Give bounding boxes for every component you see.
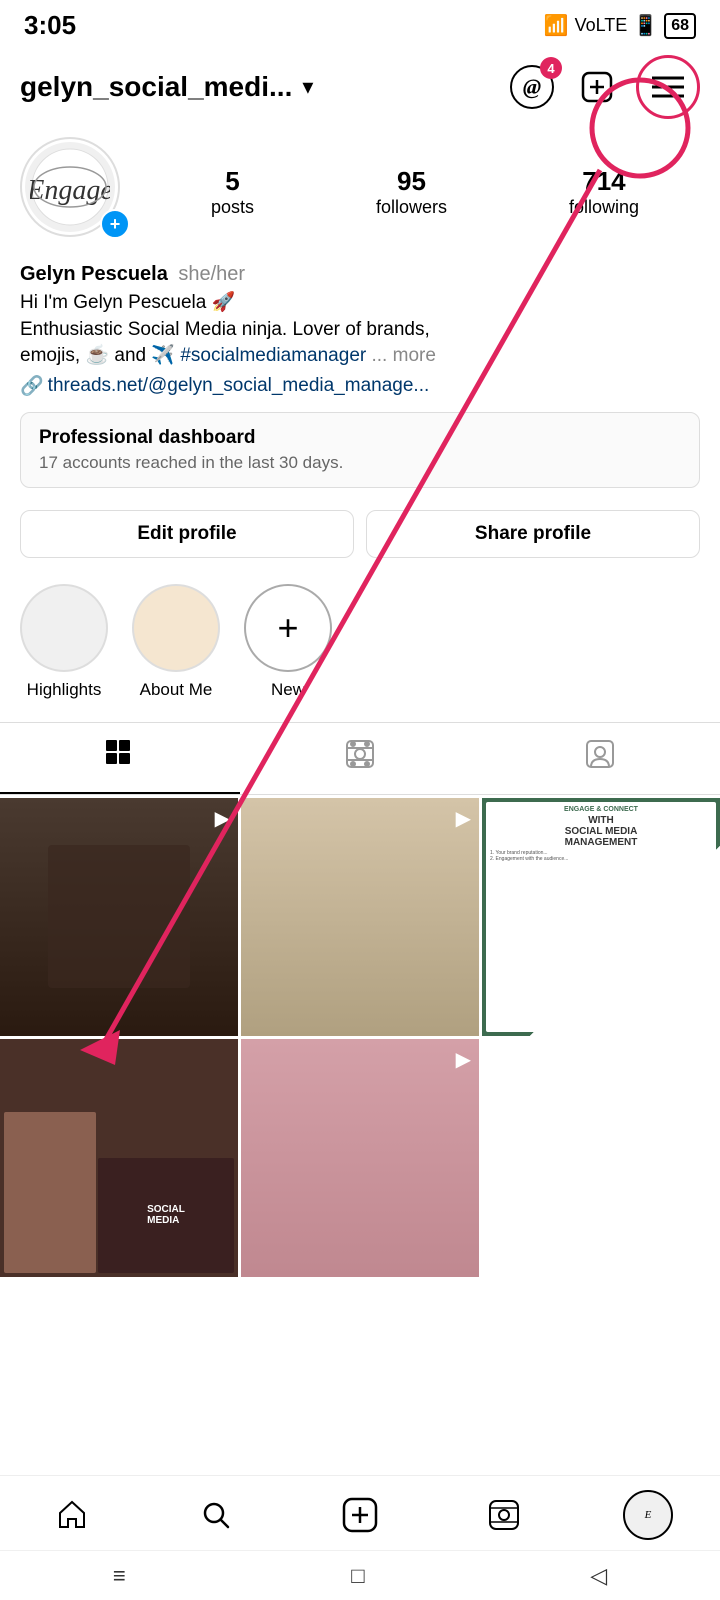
link-text: threads.net/@gelyn_social_media_manage..… — [48, 375, 430, 397]
following-label: following — [569, 197, 639, 218]
nav-profile-button[interactable]: E — [618, 1490, 678, 1540]
action-buttons: Edit profile Share profile — [0, 498, 720, 570]
following-count: 714 — [582, 166, 625, 197]
bio-text: Hi I'm Gelyn Pescuela 🚀 Enthusiastic Soc… — [20, 290, 700, 370]
bio-line1: Hi I'm Gelyn Pescuela 🚀 — [20, 292, 235, 313]
grid-cell-3[interactable]: ENGAGE & CONNECT WITHSOCIAL MEDIAMANAGEM… — [482, 798, 720, 1036]
grid-cell-1[interactable]: ▶ — [0, 798, 238, 1036]
tab-tagged[interactable] — [480, 723, 720, 794]
nav-search-button[interactable] — [186, 1490, 246, 1540]
profile-header: gelyn_social_medi... ▾ @ 4 — [0, 47, 720, 127]
bottom-nav: E — [0, 1475, 720, 1550]
tabs-row — [0, 722, 720, 795]
system-home-button[interactable]: □ — [351, 1563, 364, 1589]
reels-icon — [345, 739, 375, 776]
posts-grid: ▶ ▶ ENGAGE & CONNECT WITHSOCIAL MEDIAMAN… — [0, 798, 720, 1277]
avatar-wrap: Engage + — [20, 137, 130, 247]
pronouns: she/her — [178, 263, 245, 285]
edit-profile-button[interactable]: Edit profile — [20, 510, 354, 558]
bio-link[interactable]: 🔗 threads.net/@gelyn_social_media_manage… — [20, 374, 700, 398]
nav-reels-button[interactable] — [474, 1490, 534, 1540]
wifi-icon: 📶 — [544, 13, 569, 38]
status-time: 3:05 — [24, 10, 76, 41]
video-indicator-icon-5: ▶ — [456, 1047, 471, 1072]
battery-indicator: 68 — [664, 13, 696, 39]
create-icon — [342, 1497, 378, 1533]
home-icon — [56, 1499, 88, 1531]
highlight-item-aboutme[interactable]: About Me — [132, 584, 220, 700]
tab-grid[interactable] — [0, 723, 240, 794]
highlight-item-highlights[interactable]: Highlights — [20, 584, 108, 700]
chevron-down-icon[interactable]: ▾ — [302, 74, 313, 100]
posts-label: posts — [211, 197, 254, 218]
bio-line2: Enthusiastic Social Media ninja. Lover o… — [20, 319, 430, 340]
plus-square-icon — [581, 71, 613, 103]
grid-icon — [105, 739, 135, 776]
grid-cell-5[interactable]: ▶ — [241, 1039, 479, 1277]
svg-text:Engage: Engage — [30, 175, 110, 206]
profile-logo: Engage — [30, 147, 110, 227]
header-icons: @ 4 — [506, 55, 700, 119]
display-name: Gelyn Pescuela — [20, 263, 168, 285]
status-icons: 📶 VoLTE 📱 68 — [544, 13, 696, 39]
highlight-circle-highlights — [20, 584, 108, 672]
stats-row: 5 posts 95 followers 714 following — [150, 166, 700, 218]
menu-button[interactable] — [636, 55, 700, 119]
add-post-button[interactable] — [572, 62, 622, 112]
bio-section: Gelyn Pescuela she/her Hi I'm Gelyn Pesc… — [0, 263, 720, 398]
share-profile-button[interactable]: Share profile — [366, 510, 700, 558]
followers-count: 95 — [397, 166, 426, 197]
tagged-icon — [585, 739, 615, 776]
professional-dashboard-card[interactable]: Professional dashboard 17 accounts reach… — [20, 412, 700, 488]
status-bar: 3:05 📶 VoLTE 📱 68 — [0, 0, 720, 47]
threads-icon-button[interactable]: @ 4 — [506, 61, 558, 113]
system-menu-button[interactable]: ≡ — [113, 1563, 126, 1589]
link-icon: 🔗 — [20, 374, 44, 398]
followers-label: followers — [376, 197, 447, 218]
bio-line3: emojis, ☕ and ✈️ — [20, 345, 175, 366]
threads-notification-badge: 4 — [540, 57, 562, 79]
nav-create-button[interactable] — [330, 1490, 390, 1540]
hamburger-icon — [652, 76, 684, 98]
profile-top: Engage + 5 posts 95 followers 714 follow… — [20, 137, 700, 247]
following-stat[interactable]: 714 following — [569, 166, 639, 218]
video-indicator-icon: ▶ — [215, 806, 230, 831]
grid-cell-4[interactable]: SOCIALMEDIA — [0, 1039, 238, 1277]
grid-cell-2[interactable]: ▶ — [241, 798, 479, 1036]
highlight-label-highlights: Highlights — [27, 680, 102, 700]
reels-nav-icon — [488, 1499, 520, 1531]
dashboard-subtitle: 17 accounts reached in the last 30 days. — [39, 453, 681, 473]
bio-hashtag[interactable]: #socialmediamanager — [180, 345, 366, 366]
posts-stat: 5 posts — [211, 166, 254, 218]
add-story-button[interactable]: + — [100, 209, 130, 239]
tab-reels[interactable] — [240, 723, 480, 794]
bio-more[interactable]: ... more — [372, 345, 436, 366]
system-back-button[interactable]: ◁ — [590, 1563, 607, 1589]
username-label: gelyn_social_medi... — [20, 71, 292, 103]
search-icon — [200, 1499, 232, 1531]
highlights-row: Highlights About Me + New — [0, 570, 720, 714]
posts-count: 5 — [225, 166, 239, 197]
highlight-label-new: New — [271, 680, 305, 700]
profile-section: Engage + 5 posts 95 followers 714 follow… — [0, 127, 720, 247]
dashboard-title: Professional dashboard — [39, 427, 681, 449]
nav-profile-avatar: E — [623, 1490, 673, 1540]
highlight-label-aboutme: About Me — [140, 680, 213, 700]
highlight-circle-aboutme — [132, 584, 220, 672]
signal-icon: VoLTE — [575, 15, 628, 36]
followers-stat[interactable]: 95 followers — [376, 166, 447, 218]
cellular-icon: 📱 — [633, 13, 658, 38]
nav-home-button[interactable] — [42, 1490, 102, 1540]
highlight-item-new[interactable]: + New — [244, 584, 332, 700]
username-row[interactable]: gelyn_social_medi... ▾ — [20, 71, 313, 103]
system-nav: ≡ □ ◁ — [0, 1550, 720, 1600]
video-indicator-icon-2: ▶ — [456, 806, 471, 831]
highlight-circle-new: + — [244, 584, 332, 672]
